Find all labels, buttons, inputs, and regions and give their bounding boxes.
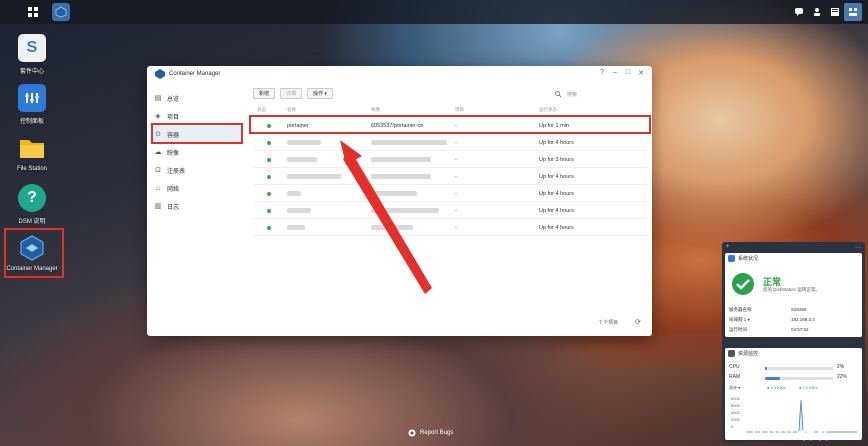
card-title: 资源监控 — [725, 348, 862, 358]
widget-panel: + ⋯ 系统状况 正常 您的 DiskStation 运转正常。 服务器名称 S… — [722, 242, 865, 442]
server-name-row: 服务器名称 S20366 — [729, 307, 807, 312]
ram-bar-fill — [765, 377, 780, 380]
report-bugs-label: Report Bugs — [420, 430, 454, 436]
health-message: 您的 DiskStation 运转正常。 — [763, 287, 820, 292]
check-icon — [732, 273, 754, 295]
widget-more-icon[interactable]: ⋯ — [855, 244, 861, 251]
cpu-bar — [765, 367, 833, 370]
cpu-bar-fill — [765, 367, 768, 370]
uptime-row: 运行时间 04:57:52 — [729, 327, 809, 332]
system-health-card: 系统状况 正常 您的 DiskStation 运转正常。 服务器名称 S2036… — [725, 253, 862, 337]
chart-y-ticks: 8000 6000 4000 2000 0 — [731, 396, 740, 429]
resource-monitor-title: 资源监控 — [738, 350, 759, 357]
system-health-icon — [728, 254, 735, 262]
system-health-title: 系统状况 — [738, 255, 759, 262]
widget-header: + ⋯ — [722, 242, 865, 252]
network-row[interactable]: 总计 ▾ ● 4.3 KB/s ● 2.2 KB/s — [729, 385, 859, 391]
watermark: ITDOG博客 — [752, 426, 832, 442]
lan-row[interactable]: 局域网 1 ▾ 192.168.3.4 — [729, 317, 859, 323]
widget-add-icon[interactable]: + — [726, 244, 730, 250]
card-title: 系统状况 — [725, 253, 862, 263]
report-bugs-button[interactable]: Report Bugs — [408, 426, 453, 440]
bug-icon — [408, 429, 416, 437]
ram-bar — [765, 377, 833, 380]
resource-monitor-icon — [728, 349, 735, 357]
